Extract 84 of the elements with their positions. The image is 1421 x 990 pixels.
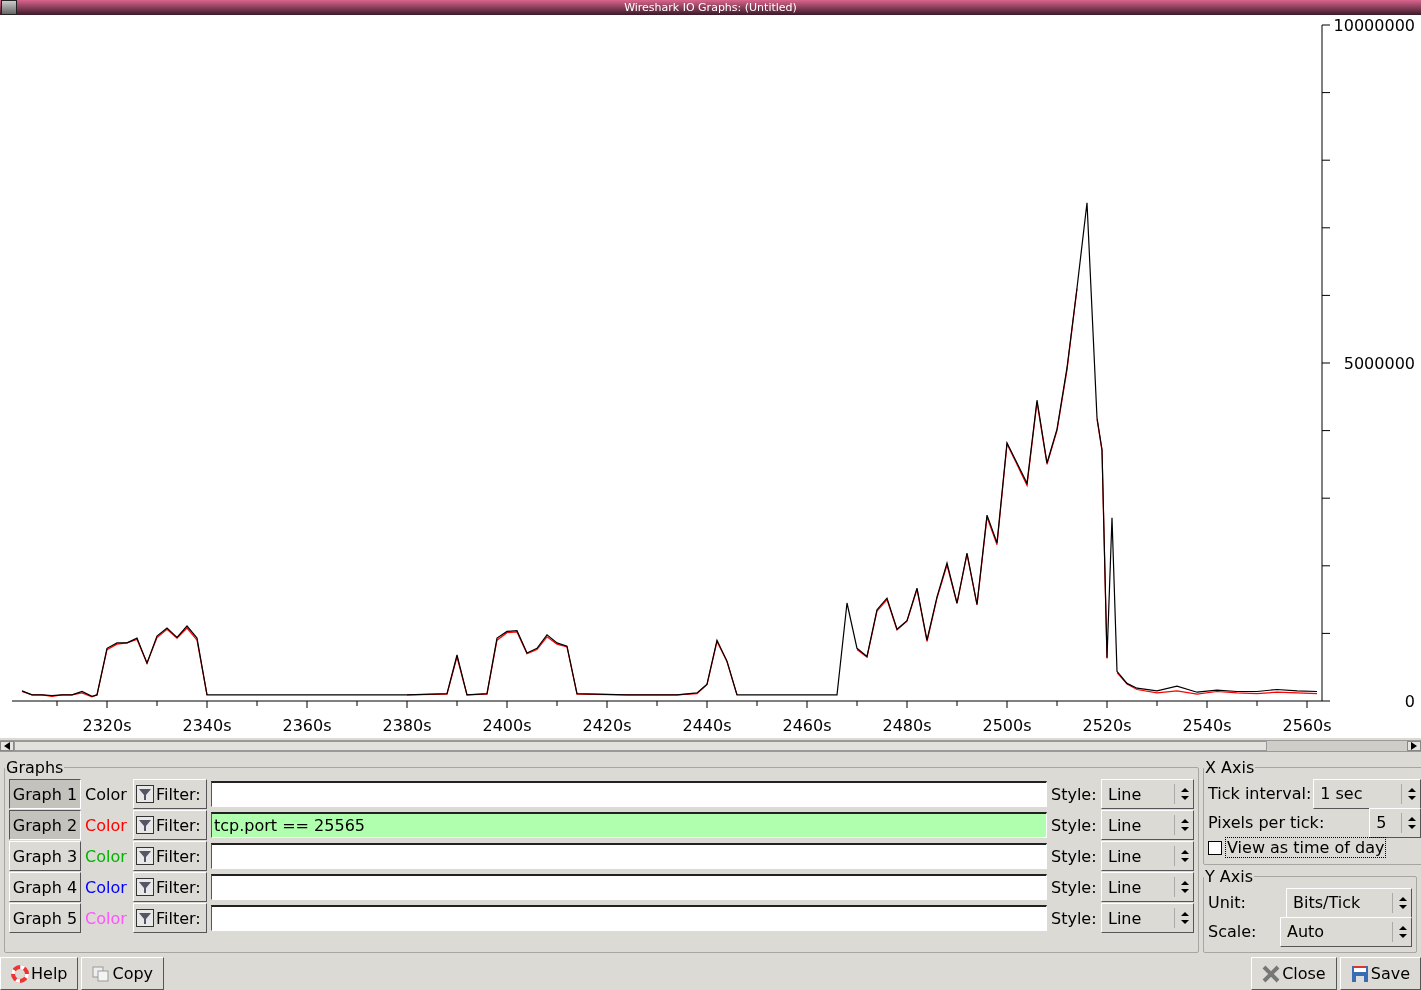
x-tick-label: 2400s (482, 716, 532, 735)
dropdown[interactable]: Line (1101, 841, 1194, 871)
x-tick-label: 2520s (1082, 716, 1132, 735)
dropdown[interactable]: 1 sec (1313, 778, 1421, 809)
y-tick-label: 0 (1404, 692, 1415, 711)
x-tick-label: 2500s (982, 716, 1032, 735)
x-tick-label: 2340s (182, 716, 232, 735)
spin-arrows-icon (1399, 896, 1407, 909)
y-tick-label: 10000000 (1333, 16, 1415, 35)
time-of-day-checkbox[interactable]: View as time of day (1208, 837, 1421, 858)
filter-input[interactable] (211, 843, 1047, 869)
dialog-button[interactable]: Save (1339, 957, 1421, 990)
x-tick-label: 2480s (882, 716, 932, 735)
spin-arrows-icon (1181, 788, 1189, 800)
dropdown[interactable]: 5 (1369, 807, 1421, 838)
filter-button[interactable]: Filter: (133, 779, 207, 809)
color-label[interactable]: Color (85, 784, 129, 804)
x-tick-label: 2560s (1282, 716, 1332, 735)
floppy-icon (1350, 964, 1369, 983)
spin-arrows-icon (1181, 912, 1189, 924)
pixels-per-tick-label: Pixels per tick: (1208, 813, 1325, 832)
filter-button[interactable]: Filter: (133, 903, 207, 933)
scale-label: Scale: (1208, 922, 1257, 941)
filter-button[interactable]: Filter: (133, 872, 207, 902)
spin-arrows-icon (1408, 816, 1417, 829)
filter-button[interactable]: Filter: (133, 841, 207, 871)
window-title: Wireshark IO Graphs: (Untitled) (623, 1, 798, 14)
spin-arrows-icon (1408, 787, 1417, 800)
checkbox-label: View as time of day (1225, 837, 1387, 858)
funnel-icon (136, 816, 154, 834)
x-tick-label: 2360s (282, 716, 332, 735)
unit-label: Unit: (1208, 893, 1246, 912)
dialog-button[interactable]: Close (1251, 957, 1337, 990)
funnel-icon (136, 847, 154, 865)
funnel-icon (136, 878, 154, 896)
funnel-icon (136, 909, 154, 927)
dialog-button[interactable]: Copy (81, 957, 165, 990)
right-arrow-icon (1411, 742, 1417, 750)
x-tick-label: 2460s (782, 716, 832, 735)
graph-toggle-button[interactable]: Graph 4 (9, 872, 81, 902)
x-tick-label: 2540s (1182, 716, 1232, 735)
spin-arrows-icon (1181, 819, 1189, 831)
x-tick-label: 2440s (682, 716, 732, 735)
style-label: Style: (1051, 784, 1097, 804)
style-label: Style: (1051, 877, 1097, 897)
tick-interval-label: Tick interval: (1208, 784, 1312, 803)
funnel-icon (136, 785, 154, 803)
close-icon (1262, 964, 1281, 983)
dropdown[interactable]: Auto (1280, 916, 1412, 947)
spin-arrows-icon (1181, 881, 1189, 893)
lifebuoy-icon (11, 964, 29, 983)
spin-arrows-icon (1399, 925, 1407, 938)
dialog-button[interactable]: Help (0, 957, 79, 990)
style-label: Style: (1051, 908, 1097, 928)
horizontal-scrollbar[interactable] (0, 740, 1421, 752)
dropdown[interactable]: Bits/Tick (1286, 887, 1412, 918)
group-title: Y Axis (1204, 867, 1255, 886)
dropdown[interactable]: Line (1101, 810, 1194, 840)
filter-input[interactable] (211, 905, 1047, 931)
window-menu-button[interactable] (1, 0, 17, 15)
filter-input[interactable] (211, 781, 1047, 807)
graph-toggle-button[interactable]: Graph 5 (9, 903, 81, 933)
filter-input[interactable] (211, 874, 1047, 900)
style-label: Style: (1051, 815, 1097, 835)
filter-button[interactable]: Filter: (133, 810, 207, 840)
dropdown[interactable]: Line (1101, 779, 1194, 809)
dropdown[interactable]: Line (1101, 872, 1194, 902)
group-title: Graphs (5, 758, 65, 777)
checkbox[interactable] (1208, 840, 1222, 855)
dropdown[interactable]: Line (1101, 903, 1194, 933)
graph-toggle-button[interactable]: Graph 3 (9, 841, 81, 871)
spin-arrows-icon (1181, 850, 1189, 862)
group-title: X Axis (1204, 758, 1256, 777)
graph-toggle-button[interactable]: Graph 1 (9, 779, 81, 809)
color-label[interactable]: Color (85, 877, 129, 897)
x-tick-label: 2420s (582, 716, 632, 735)
copy-icon (92, 965, 111, 982)
left-arrow-icon (4, 742, 10, 750)
graph-toggle-button[interactable]: Graph 2 (9, 810, 81, 840)
filter-input[interactable]: tcp.port == 25565 (211, 812, 1047, 838)
style-label: Style: (1051, 846, 1097, 866)
x-tick-label: 2320s (82, 716, 132, 735)
y-tick-label: 5000000 (1343, 354, 1415, 373)
x-tick-label: 2380s (382, 716, 432, 735)
